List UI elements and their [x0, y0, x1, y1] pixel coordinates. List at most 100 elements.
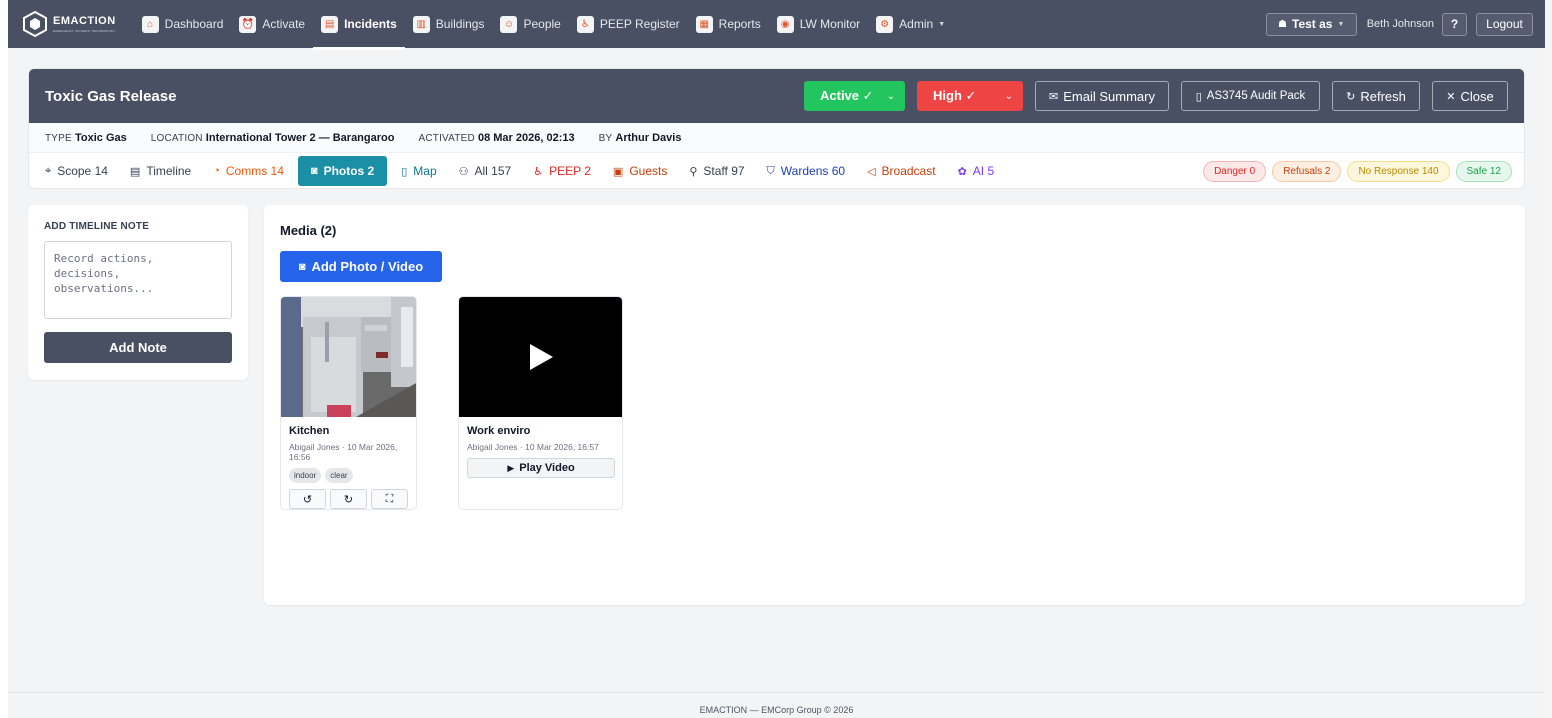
- tab-label: Wardens 60: [780, 164, 846, 178]
- nav-item-incidents[interactable]: ▤ Incidents: [313, 0, 405, 50]
- close-button[interactable]: ✕ Close: [1432, 81, 1508, 111]
- add-note-button[interactable]: Add Note: [44, 332, 232, 363]
- tab-label: Map: [413, 164, 437, 178]
- video-thumbnail[interactable]: [459, 297, 622, 417]
- help-button[interactable]: ?: [1442, 12, 1467, 36]
- play-video-button[interactable]: ▶ Play Video: [467, 458, 615, 478]
- tab-label: Staff 97: [703, 164, 745, 178]
- refresh-icon: ↻: [1346, 90, 1356, 103]
- tab-ai[interactable]: ✿ AI 5: [950, 156, 1003, 186]
- add-photo-video-button[interactable]: ◙ Add Photo / Video: [280, 251, 442, 282]
- test-as-button[interactable]: ☗ Test as ▼: [1265, 12, 1357, 36]
- chat-icon: ◔: [213, 165, 220, 177]
- status-pill-no[interactable]: No Response 140: [1347, 160, 1450, 182]
- close-icon: ✕: [1446, 90, 1456, 103]
- tab-timeline[interactable]: ▤ Timeline: [122, 156, 199, 186]
- tab-comms[interactable]: ◔ Comms 14: [205, 156, 292, 186]
- mask-icon: ☗: [1278, 18, 1287, 30]
- caret-down-icon: ▼: [1337, 20, 1345, 28]
- tab-staff[interactable]: ⚲ Staff 97: [681, 156, 752, 186]
- tab-all[interactable]: ⚇ All 157: [451, 156, 520, 186]
- tab-peep[interactable]: ♿ PEEP 2: [525, 156, 599, 186]
- users-icon: ⚇: [458, 165, 469, 178]
- chevron-down-icon: ⌄: [1004, 90, 1013, 102]
- brand-logo[interactable]: EMACTION EMERGENCY INCIDENT INFORMATION: [22, 11, 116, 37]
- media-tile-video: Work enviro Abigail Jones · 10 Mar 2026,…: [458, 296, 623, 510]
- test-as-label: Test as: [1292, 17, 1333, 31]
- severity-select[interactable]: High ✓ ⌄: [917, 81, 1023, 111]
- tab-label: PEEP 2: [549, 164, 591, 178]
- tab-broadcast[interactable]: ◁ Broadcast: [859, 156, 944, 186]
- nav-item-dashboard[interactable]: ⌂ Dashboard: [134, 0, 232, 48]
- media-tag: clear: [325, 468, 353, 483]
- audit-pack-button[interactable]: ▯ AS3745 Audit Pack: [1181, 81, 1320, 111]
- incident-tabs: ⌖ Scope 14 ▤ Timeline ◔ Comms 14 ◙ Photos 2 ▯ Map…: [29, 153, 1524, 188]
- media-name: Work enviro: [467, 425, 531, 437]
- home-icon: ⌂: [141, 15, 159, 33]
- tab-label: All 157: [474, 164, 512, 178]
- kitchen-photo-image: [281, 297, 416, 417]
- media-meta: Abigail Jones · 10 Mar 2026, 16:56: [289, 442, 398, 462]
- guest-badge-icon: ▣: [612, 165, 624, 178]
- logout-button[interactable]: Logout: [1476, 12, 1533, 36]
- nav-item-activate[interactable]: ⏰ Activate: [231, 0, 313, 48]
- meta-activated: ACTIVATED 08 Mar 2026, 02:13: [418, 131, 575, 144]
- nav-item-label: LW Monitor: [799, 17, 861, 31]
- tab-label: AI 5: [972, 164, 995, 178]
- play-video-label: Play Video: [519, 462, 575, 474]
- tab-photos[interactable]: ◙ Photos 2: [297, 156, 388, 186]
- scrollbar[interactable]: [1545, 0, 1552, 718]
- chevron-down-icon: ⌄: [886, 90, 895, 102]
- fullscreen-button[interactable]: ⛶: [371, 489, 408, 509]
- refresh-label: Refresh: [1360, 88, 1406, 104]
- nav-item-people[interactable]: ☺ People: [492, 0, 568, 48]
- nav-item-buildings[interactable]: ▥ Buildings: [405, 0, 493, 48]
- tab-label: Comms 14: [225, 164, 284, 178]
- brand-tagline: EMERGENCY INCIDENT INFORMATION: [53, 29, 115, 33]
- tab-scope[interactable]: ⌖ Scope 14: [37, 156, 116, 186]
- photo-thumbnail[interactable]: [281, 297, 416, 417]
- page-footer: EMACTION — EMCorp Group © 2026: [8, 692, 1545, 718]
- envelope-icon: ✉: [1049, 90, 1059, 103]
- tab-label: Photos 2: [323, 164, 375, 178]
- play-icon: [529, 344, 553, 370]
- wheelchair-icon: ♿: [533, 165, 544, 178]
- meta-location: LOCATION International Tower 2 — Baranga…: [150, 131, 395, 144]
- brain-icon: ✿: [957, 165, 967, 178]
- tab-wardens[interactable]: ⛉ Wardens 60: [759, 156, 854, 186]
- camera-icon: ◙: [310, 165, 318, 177]
- tab-map[interactable]: ▯ Map: [393, 156, 444, 186]
- audit-pack-label: AS3745 Audit Pack: [1206, 90, 1306, 102]
- status-pill-refusals[interactable]: Refusals 2: [1272, 160, 1342, 182]
- status-select[interactable]: Active ✓ ⌄: [804, 81, 905, 111]
- pin-icon: ⌖: [45, 164, 52, 177]
- tab-label: Broadcast: [881, 164, 936, 178]
- rotate-right-icon: ↻: [343, 493, 354, 506]
- media-title: Media (2): [280, 223, 337, 238]
- refresh-button[interactable]: ↻ Refresh: [1332, 81, 1420, 111]
- fullscreen-icon: ⛶: [385, 492, 394, 505]
- person-icon: ☺: [500, 15, 518, 33]
- nav-item-admin[interactable]: ⚙ Admin ▼: [868, 0, 953, 48]
- tab-guests[interactable]: ▣ Guests: [605, 156, 675, 186]
- nav-item-label: PEEP Register: [599, 17, 680, 31]
- nav-item-peep-register[interactable]: ♿ PEEP Register: [569, 0, 688, 48]
- email-summary-button[interactable]: ✉ Email Summary: [1035, 81, 1169, 111]
- status-value: Active ✓: [820, 88, 874, 103]
- timeline-note-input[interactable]: [44, 241, 232, 319]
- nav-item-label: Dashboard: [164, 17, 224, 31]
- rotate-left-button[interactable]: ↺: [289, 489, 326, 509]
- nav-item-label: Activate: [262, 17, 306, 31]
- main-nav: ⌂ Dashboard ⏰ Activate ▤ Incidents ▥ Buildings ☺…: [134, 0, 953, 50]
- user-name: Beth Johnson: [1366, 18, 1434, 30]
- top-navbar: EMACTION EMERGENCY INCIDENT INFORMATION …: [8, 0, 1545, 50]
- nav-item-reports[interactable]: ▦ Reports: [688, 0, 769, 48]
- tab-label: Timeline: [146, 164, 192, 178]
- status-pill-safe[interactable]: Safe 12: [1455, 160, 1512, 182]
- status-pill-danger[interactable]: Danger 0: [1203, 160, 1267, 182]
- footer-text: EMACTION — EMCorp Group © 2026: [699, 705, 854, 715]
- rotate-right-button[interactable]: ↻: [330, 489, 367, 509]
- shield-icon: ⛉: [766, 164, 775, 177]
- broadcast-icon: ◉: [776, 15, 794, 33]
- nav-item-lw-monitor[interactable]: ◉ LW Monitor: [769, 0, 868, 48]
